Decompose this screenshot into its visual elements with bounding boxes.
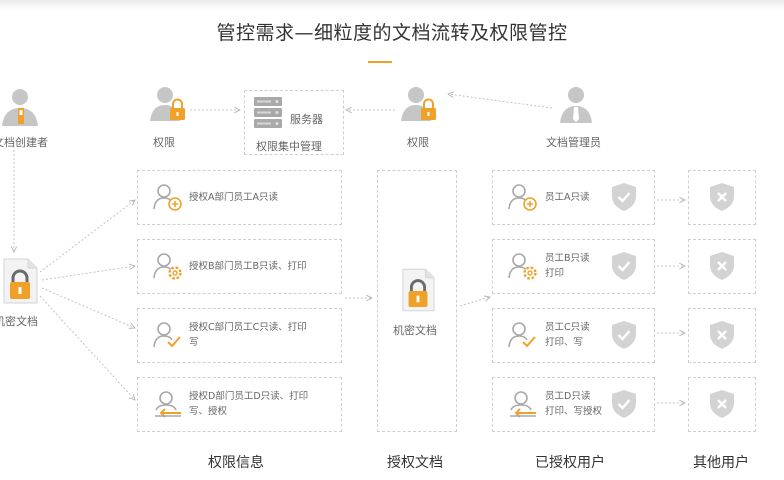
creator-label: 文档创建者 bbox=[0, 136, 48, 149]
user-c-text: 员工C只读 打印、写 bbox=[545, 322, 590, 348]
user-transfer-icon bbox=[510, 391, 536, 418]
permission-c-text: 授权C部门员工C只读、打印写 bbox=[189, 322, 307, 348]
creator-person-icon bbox=[2, 89, 38, 126]
server-caption: 权限集中管理 bbox=[256, 140, 322, 153]
permission-person-lock-icon-right bbox=[401, 87, 436, 121]
permission-d-text: 授权D部门员工D只读、打印 写、授权 bbox=[189, 391, 309, 417]
permission-left-label: 权限 bbox=[153, 136, 175, 149]
shield-x-icon bbox=[710, 390, 734, 418]
user-add-icon bbox=[153, 184, 182, 211]
user-add-icon bbox=[508, 184, 537, 211]
shield-check-icon bbox=[612, 252, 636, 280]
left-doc-label: 机密文档 bbox=[0, 315, 38, 328]
shield-check-icon bbox=[612, 321, 636, 349]
user-check-icon bbox=[153, 322, 181, 348]
user-settings-icon bbox=[153, 253, 182, 280]
user-settings-icon bbox=[508, 253, 537, 280]
shield-x-icon bbox=[710, 321, 734, 349]
user-b-text: 员工B只读 打印 bbox=[545, 253, 590, 279]
permission-person-lock-icon bbox=[150, 87, 185, 121]
confidential-document-icon-left bbox=[3, 258, 38, 304]
shield-check-icon bbox=[612, 183, 636, 211]
shield-x-icon bbox=[710, 183, 734, 211]
category-permission-info: 权限信息 bbox=[208, 455, 264, 471]
user-a-text: 员工A只读 bbox=[545, 192, 590, 203]
permission-a-text: 授权A部门员工A只读 bbox=[189, 192, 278, 203]
permission-b-text: 授权B部门员工B只读、打印 bbox=[189, 261, 307, 272]
user-check-icon bbox=[508, 322, 536, 348]
admin-person-icon bbox=[560, 87, 592, 123]
category-other-users: 其他用户 bbox=[693, 455, 749, 471]
shield-x-icon bbox=[710, 252, 734, 280]
category-authorized-doc: 授权文档 bbox=[387, 455, 443, 471]
category-authorized-users: 已授权用户 bbox=[535, 455, 605, 471]
admin-label: 文档管理员 bbox=[546, 136, 601, 149]
user-d-text: 员工D只读 打印、写授权 bbox=[545, 391, 603, 417]
center-doc-label: 机密文档 bbox=[393, 324, 437, 337]
shield-check-icon bbox=[612, 390, 636, 418]
server-name: 服务器 bbox=[290, 113, 323, 126]
permission-right-label: 权限 bbox=[407, 136, 429, 149]
user-transfer-icon bbox=[155, 391, 181, 418]
confidential-document-icon-center bbox=[402, 268, 435, 312]
server-icon bbox=[254, 97, 282, 128]
